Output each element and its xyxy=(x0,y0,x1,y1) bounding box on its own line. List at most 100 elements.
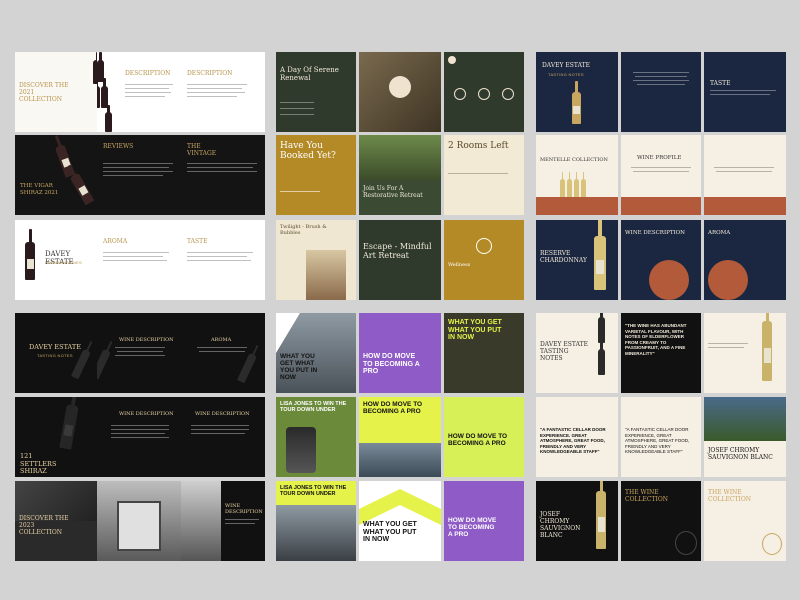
tile-josef-photo[interactable]: JOSEF CHROMY SAUVIGNON BLANC xyxy=(704,397,786,477)
tile-taste-navy[interactable]: TASTE xyxy=(704,52,786,132)
tile-wine-desc-dark-3[interactable]: WINE DESCRIPTION xyxy=(181,397,265,477)
tree-illustration xyxy=(649,260,689,300)
text-line xyxy=(111,429,169,430)
tile-davey-bottle[interactable]: DAVEY ESTATE PREMIUM WINES xyxy=(15,220,97,300)
bottle-icon xyxy=(97,348,111,380)
tile-food-lotus[interactable] xyxy=(359,52,441,132)
text-line xyxy=(103,175,163,176)
tile-title: THE VIGAR SHIRAZ 2021 xyxy=(20,183,59,196)
tile-heading: REVIEWS xyxy=(103,143,134,150)
text-line xyxy=(710,94,770,95)
text-line xyxy=(633,72,689,73)
tile-cycling-8[interactable]: WHAT YOU GET WHAT YOU PUT IN NOW xyxy=(359,481,441,561)
tile-title: RESERVE CHARDONNAY xyxy=(540,250,587,264)
tile-davey-navy[interactable]: DAVEY ESTATE TASTING NOTES xyxy=(536,52,618,132)
tile-cycling-9[interactable]: HOW DO MOVE TO BECOMING A PRO xyxy=(444,481,524,561)
text-line xyxy=(191,425,249,426)
tile-rooms-left[interactable]: 2 Rooms Left xyxy=(444,135,524,215)
tile-title: LISA JONES TO WIN THE TOUR DOWN UNDER xyxy=(280,401,347,413)
tile-heading: TASTE xyxy=(710,80,731,87)
tile-mentelle[interactable]: MENTELLE COLLECTION xyxy=(536,135,618,215)
tile-quote-2[interactable]: "A FANTASTIC CELLAR DOOR EXPERIENCE. GRE… xyxy=(536,397,618,477)
tile-aroma-navy[interactable]: AROMA xyxy=(704,220,786,300)
tile-title: DISCOVER THE 2021 COLLECTION xyxy=(19,82,69,103)
tile-serene-renewal[interactable]: A Day Of Serene Renewal xyxy=(276,52,356,132)
tile-description[interactable]: DESCRIPTION xyxy=(181,52,265,132)
tile-bw-interior[interactable] xyxy=(97,481,181,561)
tile-the-vintage[interactable]: THE VINTAGE xyxy=(181,135,265,215)
tile-heading: AROMA xyxy=(103,238,128,245)
tile-aroma-dark[interactable]: AROMA xyxy=(181,313,265,393)
tile-title: DAVEY ESTATE TASTING NOTES xyxy=(540,341,588,362)
tile-quote: "A FANTASTIC CELLAR DOOR EXPERIENCE, GRE… xyxy=(625,427,690,454)
text-line xyxy=(633,171,689,172)
tile-wellness-icons[interactable] xyxy=(444,52,524,132)
tile-taste[interactable]: TASTE xyxy=(181,220,265,300)
tile-bottle-white[interactable] xyxy=(704,313,786,393)
tile-cycling-3[interactable]: WHAT YOU GET WHAT YOU PUT IN NOW xyxy=(444,313,524,393)
tile-twilight[interactable]: Twilight - Brush & Bubbles xyxy=(276,220,356,300)
tile-quote-1[interactable]: "THE WINE HAS ABUNDANT VARIETAL FLAVOUR,… xyxy=(621,313,701,393)
tile-wine-description-navy[interactable]: WINE DESCRIPTION xyxy=(621,220,701,300)
text-line xyxy=(187,256,247,257)
tile-josef-dark[interactable]: JOSEF CHROMY SAUVIGNON BLANC xyxy=(536,481,618,561)
vineyard-photo xyxy=(704,397,786,441)
tile-discover-2021[interactable]: DISCOVER THE 2021 COLLECTION xyxy=(15,52,97,132)
text-line xyxy=(280,114,314,115)
bottle-icon xyxy=(581,172,586,199)
tile-vigar-shiraz[interactable]: THE VIGAR SHIRAZ 2021 xyxy=(15,135,97,215)
text-line xyxy=(125,84,173,85)
tile-escape[interactable]: Escape - Mindful Art Retreat xyxy=(359,220,441,300)
text-line xyxy=(103,163,173,164)
text-line xyxy=(103,260,167,261)
bottle-icon xyxy=(560,172,565,199)
tile-quote: "THE WINE HAS ABUNDANT VARIETAL FLAVOUR,… xyxy=(625,323,687,356)
tile-heading: WINE DESCRIPTION xyxy=(119,337,174,343)
text-line xyxy=(716,171,772,172)
text-line xyxy=(125,96,165,97)
tile-title: MENTELLE COLLECTION xyxy=(540,157,608,163)
text-line xyxy=(199,351,245,352)
tile-cycling-6[interactable]: HOW DO MOVE TO BECOMING A PRO xyxy=(444,397,524,477)
tile-bottle-pyramid[interactable]: DESCRIPTION xyxy=(97,52,181,132)
tile-cycling-4[interactable]: LISA JONES TO WIN THE TOUR DOWN UNDER xyxy=(276,397,356,477)
tile-profile-text[interactable] xyxy=(704,135,786,215)
text-line xyxy=(187,96,237,97)
tile-dark-davey[interactable]: DAVEY ESTATE TASTING NOTES xyxy=(15,313,97,393)
tile-aroma[interactable]: AROMA xyxy=(97,220,181,300)
tile-cycling-2[interactable]: HOW DO MOVE TO BECOMING A PRO xyxy=(359,313,441,393)
tile-quote-3[interactable]: "A FANTASTIC CELLAR DOOR EXPERIENCE, GRE… xyxy=(621,397,701,477)
tile-title: 2 Rooms Left xyxy=(448,141,509,151)
interior-photo xyxy=(117,501,161,551)
tile-davey-tasting[interactable]: DAVEY ESTATE TASTING NOTES xyxy=(536,313,618,393)
tile-wine-profile[interactable]: WINE PROFILE xyxy=(621,135,701,215)
tile-cycling-5[interactable]: HOW DO MOVE TO BECOMING A PRO xyxy=(359,397,441,477)
tile-title: JOSEF CHROMY SAUVIGNON BLANC xyxy=(708,447,773,461)
crest-icon xyxy=(675,531,697,555)
tile-have-you-booked[interactable]: Have You Booked Yet? xyxy=(276,135,356,215)
tile-restorative-retreat[interactable]: Join Us For A Restorative Retreat xyxy=(359,135,441,215)
tile-wine-collection-dark[interactable]: THE WINE COLLECTION xyxy=(621,481,701,561)
bottle-icon xyxy=(567,172,572,199)
tile-reserve-chardonnay[interactable]: RESERVE CHARDONNAY xyxy=(536,220,618,300)
bottle-icon xyxy=(572,80,581,124)
tile-reviews[interactable]: REVIEWS xyxy=(97,135,181,215)
tile-navy-text[interactable] xyxy=(621,52,701,132)
tile-wine-collection-light[interactable]: THE WINE COLLECTION xyxy=(704,481,786,561)
tile-wine-desc-photo[interactable]: WINE DESCRIPTION xyxy=(181,481,265,561)
tile-cycling-1[interactable]: WHAT YOU GET WHAT YOU PUT IN NOW xyxy=(276,313,356,393)
tile-wellness[interactable]: Wellness xyxy=(444,220,524,300)
text-line xyxy=(115,347,165,348)
tile-cycling-7[interactable]: LISA JONES TO WIN THE TOUR DOWN UNDER xyxy=(276,481,356,561)
tile-discover-2023[interactable]: DISCOVER THE 2023 COLLECTION xyxy=(15,481,97,561)
tile-subtitle: PREMIUM WINES xyxy=(45,260,83,265)
tile-title: DAVEY ESTATE xyxy=(542,62,590,69)
text-line xyxy=(111,437,169,438)
tile-title: Twilight - Brush & Bubbles xyxy=(280,224,327,236)
tile-wine-desc-dark[interactable]: WINE DESCRIPTION xyxy=(97,313,181,393)
tile-wine-desc-dark-2[interactable]: WINE DESCRIPTION xyxy=(97,397,181,477)
text-line xyxy=(187,88,242,89)
text-line xyxy=(103,171,173,172)
tile-settlers-shiraz[interactable]: 121 SETTLERS SHIRAZ xyxy=(15,397,97,477)
text-line xyxy=(187,252,253,253)
